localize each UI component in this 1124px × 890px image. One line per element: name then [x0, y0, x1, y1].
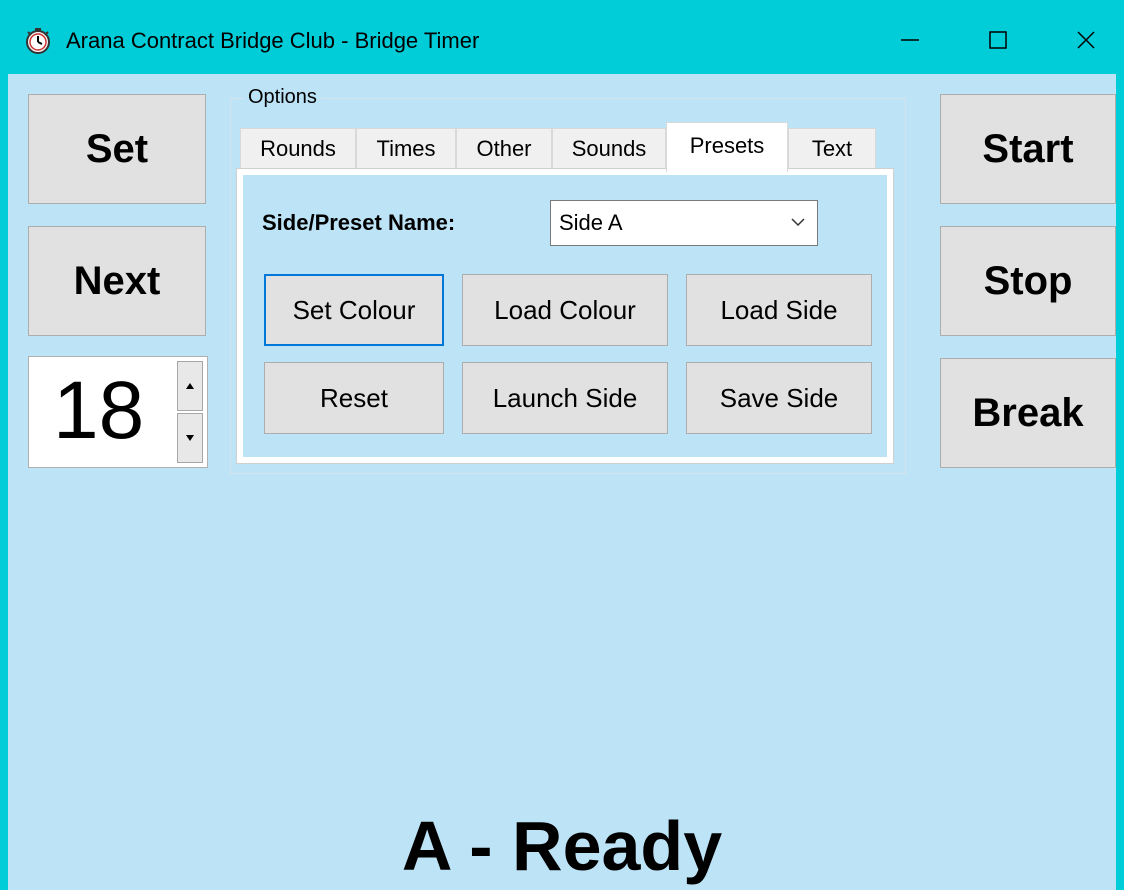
title-bar[interactable]: Arana Contract Bridge Club - Bridge Time… — [0, 0, 1124, 74]
minimize-icon — [901, 39, 919, 41]
window-title: Arana Contract Bridge Club - Bridge Time… — [66, 28, 480, 53]
side-preset-name-value: Side A — [559, 210, 623, 235]
reset-button[interactable]: Reset — [264, 362, 444, 434]
next-button[interactable]: Next — [28, 226, 206, 336]
load-colour-button[interactable]: Load Colour — [462, 274, 668, 346]
stopwatch-icon — [26, 28, 50, 54]
close-button[interactable] — [1046, 14, 1124, 66]
load-side-button[interactable]: Load Side — [686, 274, 872, 346]
side-preset-name-select[interactable]: Side A — [550, 200, 818, 246]
stepper-down-button[interactable] — [177, 413, 203, 463]
tab-rounds[interactable]: Rounds — [240, 128, 356, 170]
options-group-title: Options — [244, 86, 321, 109]
tab-sounds[interactable]: Sounds — [552, 128, 666, 170]
maximize-button[interactable] — [958, 14, 1038, 66]
start-button[interactable]: Start — [940, 94, 1116, 204]
close-icon — [1077, 31, 1095, 49]
set-button[interactable]: Set — [28, 94, 206, 204]
maximize-icon — [989, 31, 1007, 49]
launch-side-button[interactable]: Launch Side — [462, 362, 668, 434]
window-border-left — [0, 0, 8, 890]
save-side-button[interactable]: Save Side — [686, 362, 872, 434]
stop-button[interactable]: Stop — [940, 226, 1116, 336]
round-value[interactable]: 18 — [53, 363, 144, 459]
round-stepper[interactable]: 18 — [28, 356, 208, 468]
side-preset-name-label: Side/Preset Name: — [262, 210, 456, 235]
set-colour-button[interactable]: Set Colour — [264, 274, 444, 346]
chevron-down-icon — [791, 218, 805, 227]
break-button[interactable]: Break — [940, 358, 1116, 468]
tab-text[interactable]: Text — [788, 128, 876, 170]
arrow-down-icon — [186, 435, 194, 441]
status-text: A - Ready — [401, 807, 723, 885]
minimize-button[interactable] — [870, 14, 950, 66]
tab-presets[interactable]: Presets — [666, 122, 788, 172]
arrow-up-icon — [186, 383, 194, 389]
tab-times[interactable]: Times — [356, 128, 456, 170]
main-window: Arana Contract Bridge Club - Bridge Time… — [0, 0, 1124, 890]
tab-other[interactable]: Other — [456, 128, 552, 170]
stepper-up-button[interactable] — [177, 361, 203, 411]
window-border-right — [1116, 0, 1124, 890]
